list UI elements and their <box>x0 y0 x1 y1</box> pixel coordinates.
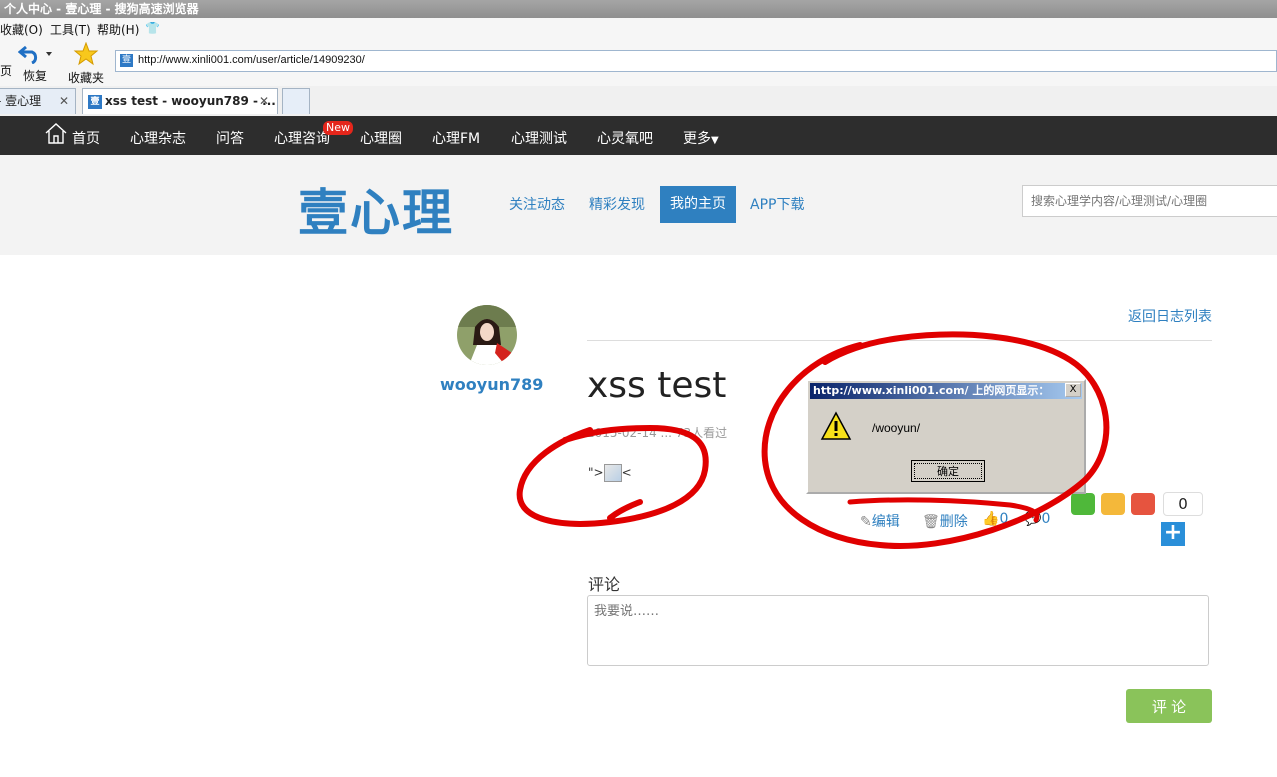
divider <box>587 340 1212 341</box>
nav-home[interactable]: 首页 <box>72 128 100 148</box>
back-to-list-link[interactable]: 返回日志列表 <box>1128 306 1212 326</box>
address-url: http://www.xinli001.com/user/article/149… <box>138 54 365 66</box>
broken-image-icon <box>603 464 622 482</box>
edit-icon: ✎ <box>860 514 872 530</box>
tab-xinli[interactable]: - 壹心理 ✕ <box>0 88 76 114</box>
trash-icon: 🗑 <box>922 514 940 530</box>
search-input[interactable] <box>1022 185 1277 217</box>
tab-xss-test[interactable]: 壹 xss test - wooyun789 - ... ✕ <box>82 88 278 114</box>
menu-bar: 收藏(O) 工具(T) 帮助(H) 👕 <box>0 18 1277 40</box>
shirt-icon[interactable]: 👕 <box>145 21 160 35</box>
delete-button[interactable]: 🗑删除 <box>922 511 968 531</box>
alert-dialog: http://www.xinli001.com/ 上的网页显示： X /wooy… <box>806 379 1086 494</box>
link-my-home[interactable]: 我的主页 <box>660 186 736 223</box>
link-discover[interactable]: 精彩发现 <box>589 194 645 214</box>
dialog-title: http://www.xinli001.com/ 上的网页显示： <box>810 383 1082 399</box>
close-icon[interactable]: ✕ <box>259 89 269 113</box>
address-bar[interactable]: 壹 http://www.xinli001.com/user/article/1… <box>115 50 1277 72</box>
like-button[interactable]: 👍0 <box>982 511 1008 527</box>
username[interactable]: wooyun789 <box>440 375 543 394</box>
dialog-ok-button[interactable]: 确定 <box>911 460 985 482</box>
new-tab-button[interactable] <box>282 88 310 114</box>
share-more-plus-icon[interactable]: + <box>1161 522 1185 546</box>
dialog-close-button[interactable]: X <box>1065 383 1081 397</box>
article-title: xss test <box>587 365 727 406</box>
menu-favorites[interactable]: 收藏(O) <box>0 21 43 38</box>
edit-button[interactable]: ✎编辑 <box>860 511 900 531</box>
favorites-button[interactable]: 收藏夹 <box>66 41 106 86</box>
article-meta: 2015-02-14 ... 73人看过 <box>587 426 728 440</box>
home-icon <box>0 42 10 62</box>
nav-magazine[interactable]: 心理杂志 <box>130 128 186 148</box>
nav-circle[interactable]: 心理圈 <box>360 128 402 148</box>
comment-count-button[interactable]: 💬0 <box>1024 511 1050 527</box>
thumbs-up-icon: 👍 <box>982 511 1000 527</box>
home-button[interactable]: 页 <box>0 42 12 79</box>
warning-icon <box>820 411 852 440</box>
home-icon[interactable] <box>44 122 68 144</box>
site-logo[interactable]: 壹心理 <box>298 173 454 245</box>
nav-more[interactable]: 更多▼ <box>683 128 719 148</box>
menu-tools[interactable]: 工具(T) <box>50 21 91 38</box>
comment-input[interactable] <box>587 595 1209 666</box>
weibo-share-icon[interactable] <box>1131 493 1155 515</box>
close-icon[interactable]: ✕ <box>59 89 69 113</box>
nav-test[interactable]: 心理测试 <box>511 128 567 148</box>
caret-down-icon: ▼ <box>711 135 719 146</box>
link-follow-feed[interactable]: 关注动态 <box>509 194 565 214</box>
link-app-download[interactable]: APP下载 <box>750 194 804 214</box>
wechat-share-icon[interactable] <box>1071 493 1095 515</box>
menu-help[interactable]: 帮助(H) <box>97 21 139 38</box>
qzone-share-icon[interactable] <box>1101 493 1125 515</box>
restore-button[interactable]: 恢复 <box>17 42 52 84</box>
tab-strip: - 壹心理 ✕ 壹 xss test - wooyun789 - ... ✕ <box>0 86 1277 116</box>
dialog-message: /wooyun/ <box>872 421 921 435</box>
window-title: 个人中心 - 壹心理 - 搜狗高速浏览器 <box>0 0 1277 18</box>
site-nav: 首页 心理杂志 问答 心理咨询 New 心理圈 心理FM 心理测试 心灵氧吧 更… <box>0 116 1277 155</box>
nav-consult[interactable]: 心理咨询 <box>274 128 330 148</box>
star-icon <box>73 41 99 66</box>
site-header: 壹心理 关注动态 精彩发现 我的主页 APP下载 <box>0 155 1277 255</box>
article-body: "> < <box>588 464 632 482</box>
site-favicon-icon: 壹 <box>120 54 133 67</box>
comment-label: 评论 <box>588 575 621 594</box>
new-badge: New <box>323 121 353 135</box>
nav-qa[interactable]: 问答 <box>216 128 244 148</box>
nav-fm[interactable]: 心理FM <box>432 128 480 148</box>
avatar[interactable] <box>457 305 517 365</box>
undo-icon <box>17 45 52 65</box>
comment-submit-button[interactable]: 评 论 <box>1126 689 1212 723</box>
nav-oxygen[interactable]: 心灵氧吧 <box>597 128 653 148</box>
speech-bubble-icon: 💬 <box>1024 511 1042 527</box>
share-count: 0 <box>1163 492 1203 516</box>
site-favicon-icon: 壹 <box>88 95 102 109</box>
